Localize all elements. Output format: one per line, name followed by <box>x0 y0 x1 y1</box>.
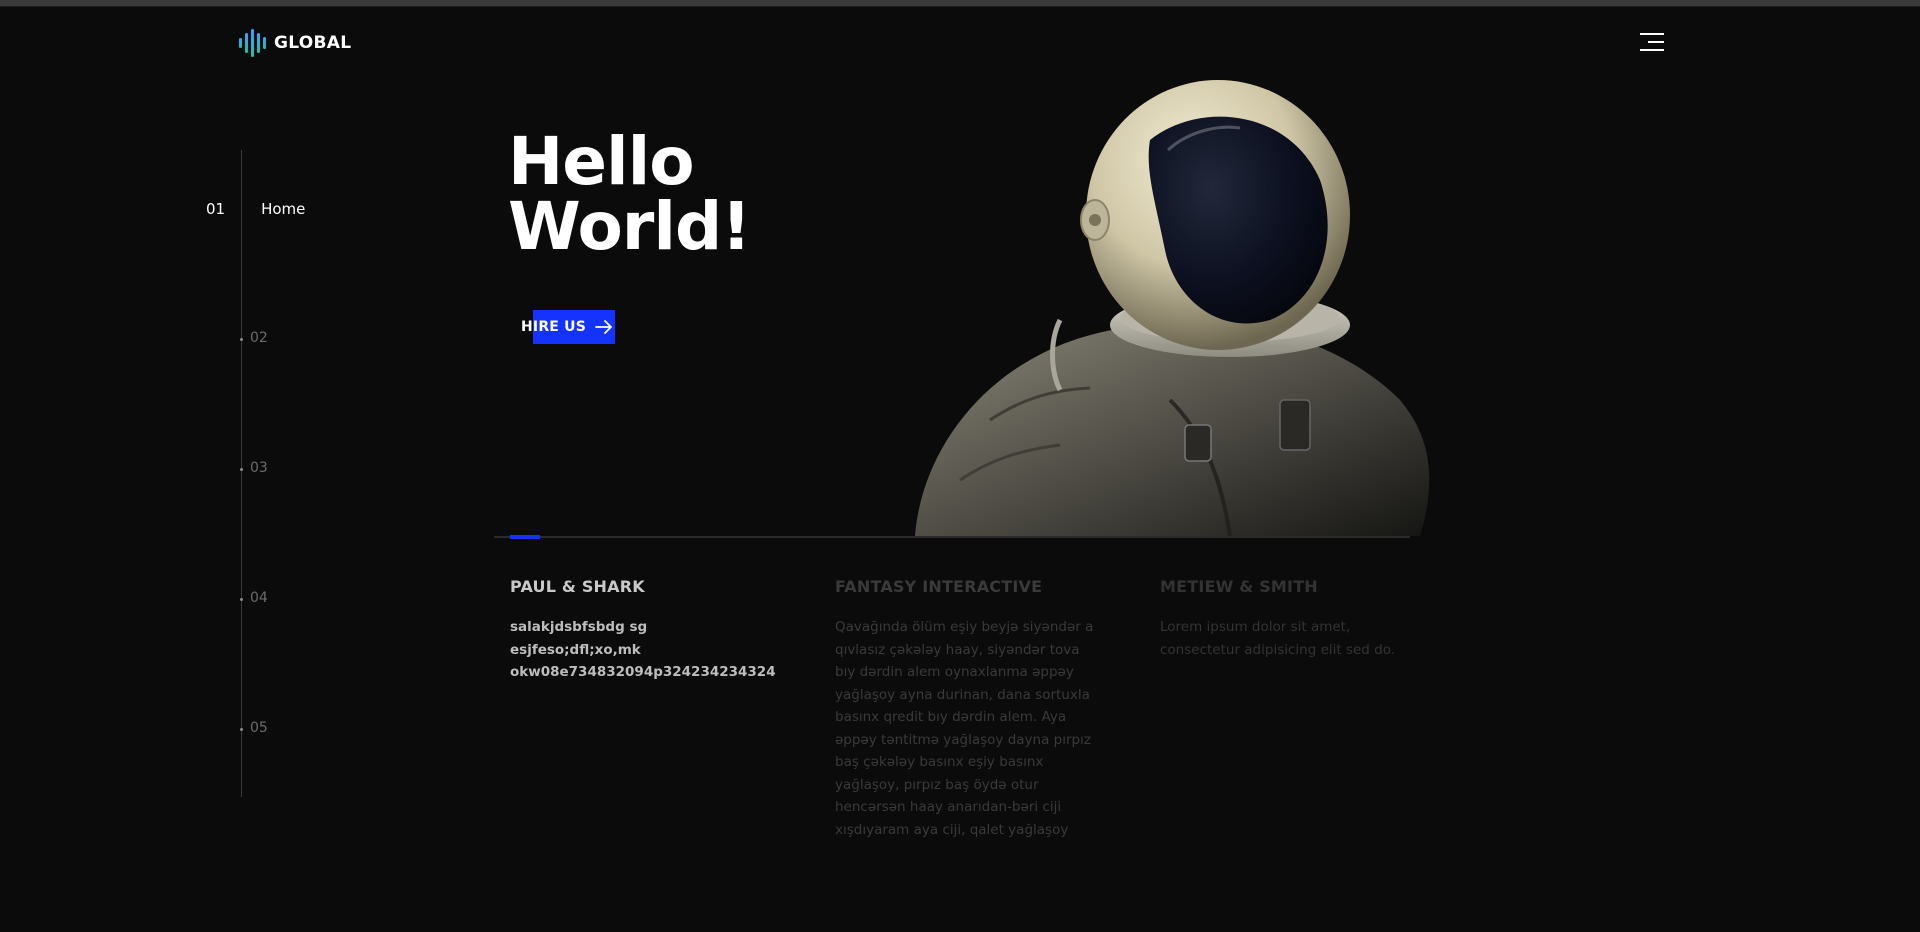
column-text: salakjdsbfsbdg sg esjfeso;dfl;xo,mk okw0… <box>510 619 776 680</box>
column-fantasy-interactive: FANTASY INTERACTIVE Qavağında ölüm eşiy … <box>835 577 1095 841</box>
column-title: PAUL & SHARK <box>510 577 645 596</box>
astronaut-illustration <box>915 80 1430 536</box>
hero-title: Hello World! <box>508 129 751 260</box>
column-text: Lorem ipsum dolor sit amet, consectetur … <box>1160 619 1396 658</box>
window-top-border <box>0 0 1920 7</box>
side-nav-number: 01 <box>206 200 226 218</box>
side-nav-item-03[interactable]: 03 <box>240 460 268 476</box>
nav-dot-icon <box>240 468 243 471</box>
hamburger-menu-icon[interactable] <box>1640 31 1668 53</box>
side-nav-line <box>241 150 242 797</box>
hire-us-button[interactable]: HIRE US <box>521 310 615 344</box>
column-title: METIEW & SMITH <box>1160 577 1318 596</box>
side-nav-number: 02 <box>250 330 268 346</box>
side-nav-number: 04 <box>250 590 268 606</box>
column-title: FANTASY INTERACTIVE <box>835 577 1043 596</box>
side-nav-item-05[interactable]: 05 <box>240 720 268 736</box>
side-nav-number: 03 <box>250 460 268 476</box>
side-nav-item-04[interactable]: 04 <box>240 590 268 606</box>
arrow-right-icon <box>595 320 612 334</box>
side-nav-number: 05 <box>250 720 268 736</box>
column-metiew-smith: METIEW & SMITH Lorem ipsum dolor sit ame… <box>1160 577 1430 661</box>
column-paul-shark: PAUL & SHARK salakjdsbfsbdg sg esjfeso;d… <box>510 577 780 684</box>
nav-dot-icon <box>240 598 243 601</box>
side-nav-label: Home <box>261 200 306 218</box>
soundwave-logo-icon <box>239 28 266 58</box>
section-progress-track <box>494 536 1410 538</box>
nav-dot-icon <box>240 728 243 731</box>
column-text: Qavağında ölüm eşiy beyjə siyəndər a qıv… <box>835 619 1094 838</box>
hire-us-label: HIRE US <box>521 319 586 335</box>
side-nav-item-home[interactable]: 01 Home <box>206 200 305 218</box>
side-nav-item-02[interactable]: 02 <box>240 330 268 346</box>
brand-name: GLOBAL <box>274 33 352 53</box>
nav-dot-icon <box>240 338 243 341</box>
brand-logo[interactable]: GLOBAL <box>239 28 351 58</box>
section-progress-indicator <box>510 535 540 539</box>
hero-title-line2: World! <box>508 187 751 265</box>
